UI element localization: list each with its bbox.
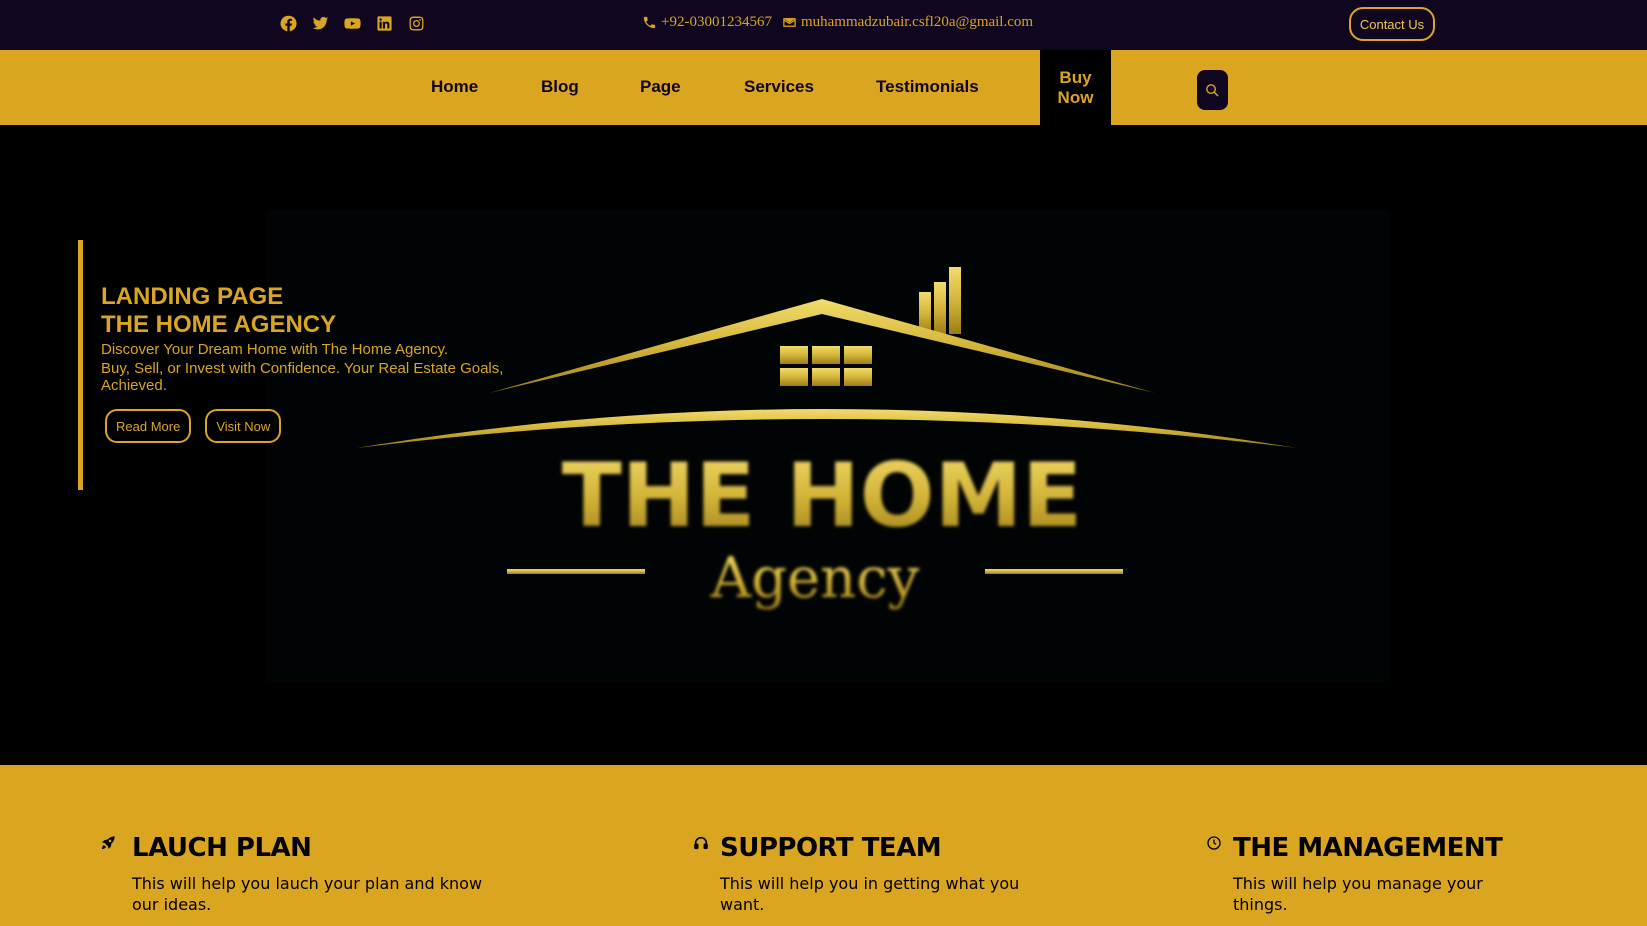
phone-icon [643, 16, 656, 29]
search-button[interactable] [1197, 70, 1228, 110]
nav-page[interactable]: Page [640, 77, 681, 97]
contact-us-button[interactable]: Contact Us [1349, 7, 1435, 41]
feature-description: This will help you manage your things. [1233, 874, 1483, 914]
feature-title: LAUCH PLAN [132, 833, 312, 863]
nav-home[interactable]: Home [431, 77, 478, 97]
feature-description: This will help you lauch your plan and k… [132, 874, 483, 914]
facebook-icon[interactable] [278, 13, 298, 33]
buy-now-line2: Now [1057, 87, 1094, 107]
hero-text-block: LANDING PAGE THE HOME AGENCY Discover Yo… [78, 240, 518, 490]
feature-title: THE MANAGEMENT [1233, 833, 1503, 863]
headphones-icon [694, 836, 708, 850]
hero-buttons: Read More Visit Now [105, 409, 518, 443]
visit-now-button[interactable]: Visit Now [205, 409, 282, 443]
search-icon [1206, 83, 1219, 97]
logo-text: THE HOME [562, 444, 1083, 547]
youtube-icon[interactable] [342, 13, 362, 33]
social-links [278, 13, 426, 33]
email-address: muhammadzubair.csfl20a@gmail.com [800, 14, 1034, 30]
hero-description-line2: Buy, Sell, or Invest with Confidence. Yo… [101, 360, 504, 394]
buy-now-line1: Buy [1059, 67, 1092, 87]
feature-description: This will help you in getting what you w… [720, 874, 1020, 914]
nav-bar: Home Blog Page Services Testimonials Buy… [0, 50, 1647, 125]
hero-section: THE HOME Agency LANDING PAGE THE HOME AG… [0, 125, 1647, 765]
top-bar: +92-03001234567 muhammadzubair.csfl20a@g… [0, 0, 1647, 50]
linkedin-icon[interactable] [374, 13, 394, 33]
envelope-icon [783, 18, 796, 27]
hero-title-line1: LANDING PAGE [101, 283, 284, 310]
phone-number: +92-03001234567 [661, 14, 772, 30]
twitter-icon[interactable] [310, 13, 330, 33]
nav-blog[interactable]: Blog [541, 77, 579, 97]
hero-title-line2: THE HOME AGENCY [101, 311, 337, 338]
contact-info: +92-03001234567 muhammadzubair.csfl20a@g… [642, 14, 1033, 31]
buy-now-button[interactable]: Buy Now [1040, 50, 1111, 125]
hero-description-line1: Discover Your Dream Home with The Home A… [101, 341, 449, 358]
clock-icon [1207, 836, 1221, 850]
nav-testimonials[interactable]: Testimonials [876, 77, 979, 97]
feature-title: SUPPORT TEAM [720, 833, 942, 863]
rocket-icon [102, 836, 115, 849]
features-section: LAUCH PLAN This will help you lauch your… [0, 765, 1647, 926]
read-more-button[interactable]: Read More [105, 409, 192, 443]
email-item[interactable]: muhammadzubair.csfl20a@gmail.com [782, 14, 1033, 31]
instagram-icon[interactable] [406, 13, 426, 33]
phone-item[interactable]: +92-03001234567 [642, 14, 772, 31]
nav-services[interactable]: Services [744, 77, 814, 97]
logo-subtext: Agency [710, 546, 920, 611]
